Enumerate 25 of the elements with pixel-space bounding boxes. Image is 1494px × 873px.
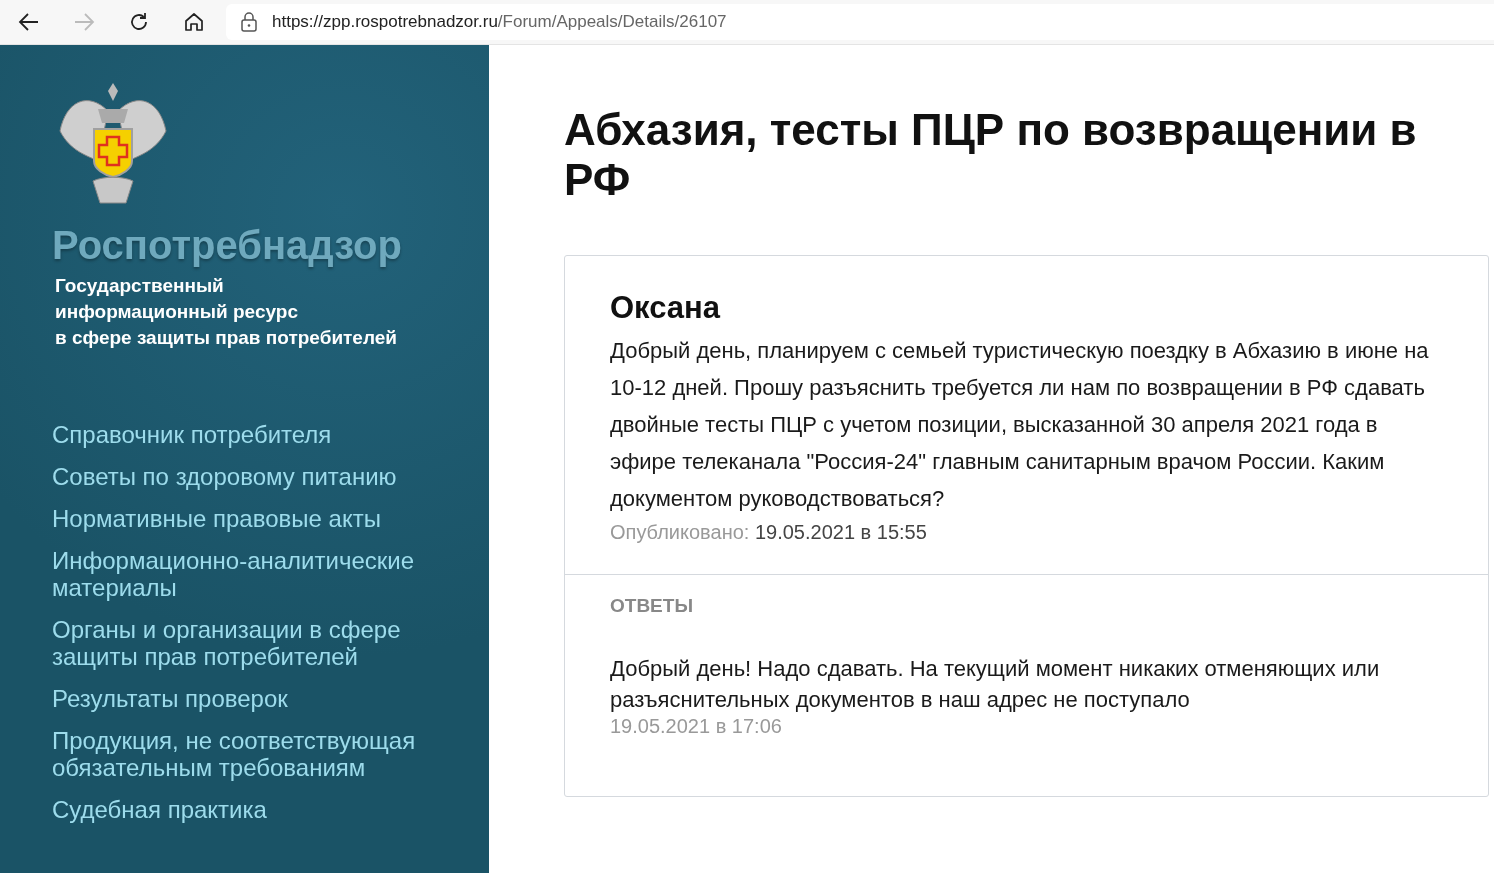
forward-arrow-icon	[72, 11, 95, 33]
url-text: https://zpp.rospotrebnadzor.ru/Forum/Appeals/Details/26107	[272, 12, 727, 32]
home-icon	[182, 11, 205, 33]
sidebar-link[interactable]: Нормативные правовые акты	[52, 505, 452, 532]
brand-name: Роспотребнадзор	[52, 222, 403, 269]
sidebar-link[interactable]: Советы по здоровому питанию	[52, 463, 452, 490]
sidebar-link[interactable]: Результаты проверок	[52, 685, 452, 712]
sidebar-link[interactable]: Справочник потребителя	[52, 421, 452, 448]
lock-icon	[240, 12, 258, 32]
answers-heading: ОТВЕТЫ	[610, 595, 693, 617]
page-title: Абхазия, тесты ПЦР по возвращении в РФ	[564, 105, 1418, 205]
sidebar-link[interactable]: Продукция, не соответствующая обязательным требованиям	[52, 727, 452, 781]
author-name: Оксана	[610, 290, 722, 326]
answer-text: Добрый день! Надо сдавать. На текущий момент никаких отменяющих или разъяснительных документов в наш адрес не поступало	[610, 655, 1381, 714]
sidebar-link[interactable]: Органы и организации в сфере защиты прав потребителей	[52, 616, 452, 670]
eagle-emblem-icon	[58, 81, 168, 207]
published-label: Опубликовано:	[610, 521, 750, 543]
address-bar[interactable]: https://zpp.rospotrebnadzor.ru/Forum/Appeals/Details/26107	[226, 4, 1494, 40]
answer-date: 19.05.2021 в 17:06	[610, 715, 782, 738]
sidebar-link[interactable]: Судебная практика	[52, 796, 452, 823]
back-arrow-icon	[17, 11, 40, 33]
sidebar-link[interactable]: Информационно-аналитические материалы	[52, 547, 452, 601]
brand-subtitle: Государственный информационный ресурс в сфере защиты прав потребителей	[55, 274, 397, 350]
question-text: Добрый день, планируем с семьей туристическую поездку в Абхазию в июне на 10-12 дней. Прошу разъяснить требуется ли нам по возвращении в РФ сдавать двойные тесты ПЦР с учетом позиции, высказанной 30 апреля 2021 года в эфире телеканала "Россия-24" главным санитарным врачом России. Каким документом руководствоваться?	[610, 337, 1430, 513]
published-date: 19.05.2021 в 15:55	[754, 521, 927, 543]
